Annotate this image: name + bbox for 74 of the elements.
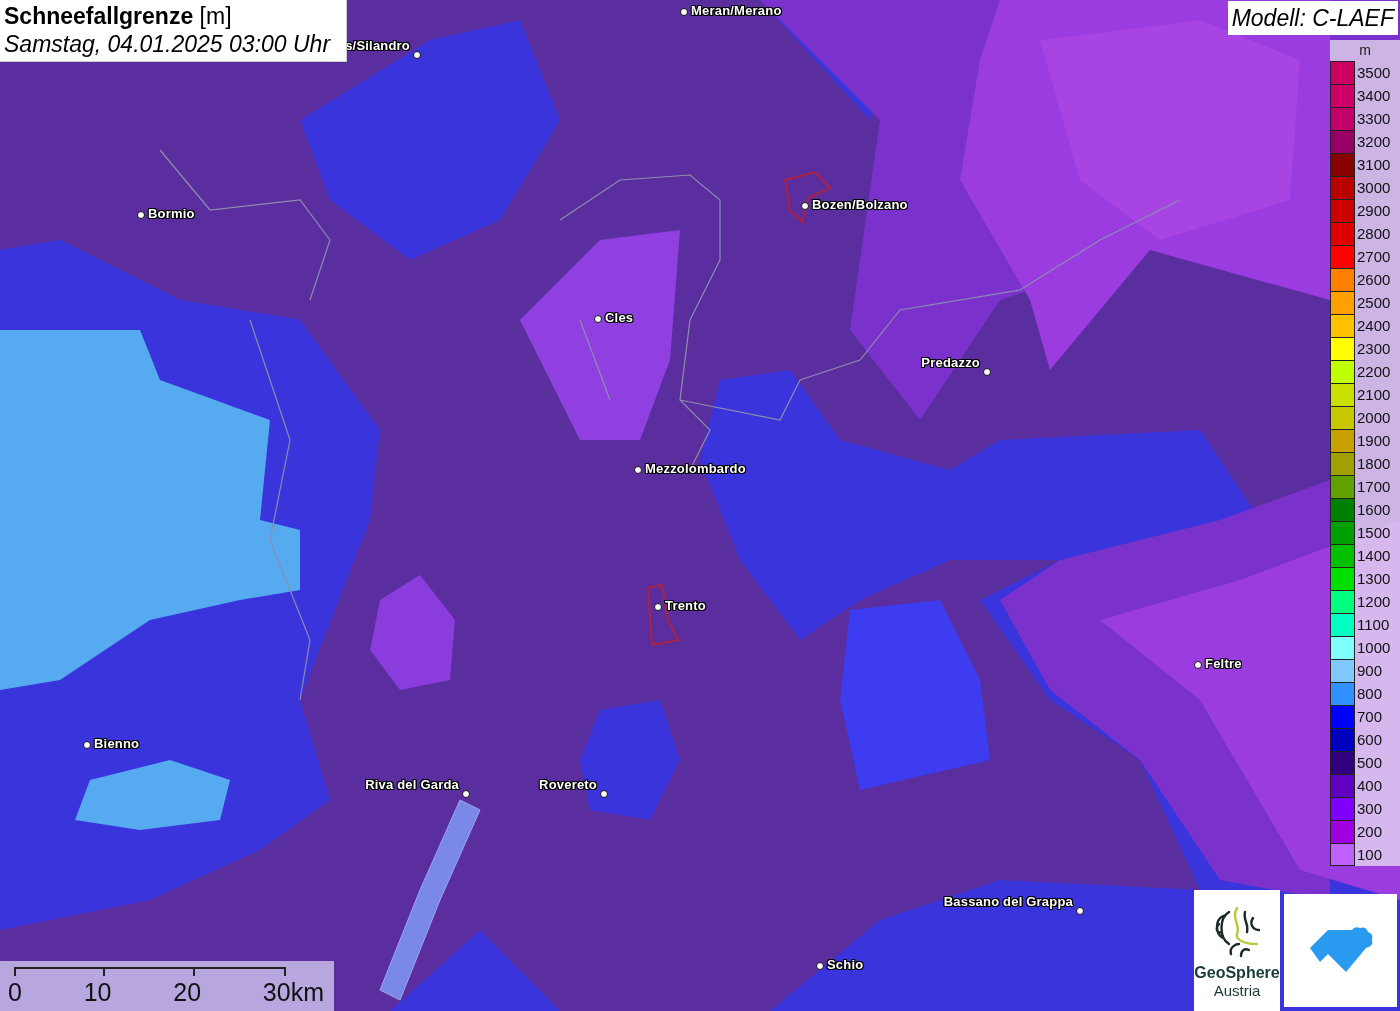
legend-label: 2700 bbox=[1356, 248, 1391, 265]
legend-unit: m bbox=[1358, 41, 1372, 60]
legend-label: 2600 bbox=[1356, 271, 1391, 288]
city-marker-icon bbox=[680, 8, 688, 16]
city-marker-icon bbox=[654, 603, 662, 611]
legend-label: 2800 bbox=[1356, 225, 1391, 242]
legend-label: 2300 bbox=[1356, 340, 1391, 357]
scale-label: 20 bbox=[173, 979, 202, 1005]
legend-label: 2900 bbox=[1356, 202, 1391, 219]
scale-label: 0 bbox=[8, 979, 22, 1005]
legend-label: 700 bbox=[1356, 708, 1383, 725]
legend-label: 3300 bbox=[1356, 110, 1391, 127]
city-marker-icon bbox=[413, 51, 421, 59]
city-marker-icon bbox=[462, 790, 470, 798]
city-label: Feltre bbox=[1205, 656, 1242, 671]
legend-label: 1000 bbox=[1356, 639, 1391, 656]
city-label: Meran/Merano bbox=[691, 3, 782, 18]
city-label: Trento bbox=[665, 598, 706, 613]
legend-label: 1100 bbox=[1356, 616, 1390, 633]
legend-label: 200 bbox=[1356, 823, 1383, 840]
legend-label: 3500 bbox=[1356, 64, 1391, 81]
legend-label: 2500 bbox=[1356, 294, 1391, 311]
legend-label: 900 bbox=[1356, 662, 1383, 679]
city-marker-icon bbox=[83, 741, 91, 749]
legend-label: 600 bbox=[1356, 731, 1383, 748]
legend-label: 500 bbox=[1356, 754, 1383, 771]
legend-label: 2400 bbox=[1356, 317, 1391, 334]
legend-label: 400 bbox=[1356, 777, 1383, 794]
map-title: Schneefallgrenze [m] bbox=[4, 2, 233, 30]
city-label: Predazzo bbox=[921, 355, 980, 370]
map-datetime: Samstag, 04.01.2025 03:00 Uhr bbox=[4, 30, 332, 58]
legend-label: 1900 bbox=[1356, 432, 1391, 449]
legend-label: 100 bbox=[1356, 846, 1383, 863]
legend-label: 1500 bbox=[1356, 524, 1391, 541]
city-marker-icon bbox=[816, 962, 824, 970]
city-marker-icon bbox=[1076, 907, 1084, 915]
legend-label: 2000 bbox=[1356, 409, 1391, 426]
city-label: s/Silandro bbox=[345, 38, 410, 53]
city-label: Rovereto bbox=[539, 777, 597, 792]
legend-label: 1600 bbox=[1356, 501, 1391, 518]
city-label: Bassano del Grappa bbox=[943, 894, 1073, 909]
legend-label: 2200 bbox=[1356, 363, 1391, 380]
legend-label: 1700 bbox=[1356, 478, 1391, 495]
legend-label: 300 bbox=[1356, 800, 1383, 817]
legend-label: 3000 bbox=[1356, 179, 1391, 196]
legend-label: 1800 bbox=[1356, 455, 1391, 472]
logo-text: GeoSphere bbox=[1194, 964, 1280, 982]
city-marker-icon bbox=[1194, 661, 1202, 669]
city-marker-icon bbox=[594, 315, 602, 323]
city-marker-icon bbox=[801, 202, 809, 210]
legend-label: 1400 bbox=[1356, 547, 1391, 564]
city-marker-icon bbox=[137, 211, 145, 219]
legend-label: 800 bbox=[1356, 685, 1383, 702]
scale-bar-icon bbox=[14, 967, 286, 977]
legend-label: 3100 bbox=[1356, 156, 1391, 173]
model-label: Modell: C-LAEF bbox=[1227, 1, 1398, 35]
legend-label: 1300 bbox=[1356, 570, 1391, 587]
legend-label: 1200 bbox=[1356, 593, 1391, 610]
city-marker-icon bbox=[634, 466, 642, 474]
city-label: Riva del Garda bbox=[365, 777, 459, 792]
city-label: Bormio bbox=[148, 206, 195, 221]
city-label: Bozen/Bolzano bbox=[812, 197, 908, 212]
city-marker-icon bbox=[983, 368, 991, 376]
city-marker-icon bbox=[600, 790, 608, 798]
legend-label: 3200 bbox=[1356, 133, 1391, 150]
legend-label: 2100 bbox=[1356, 386, 1391, 403]
legend-label: 3400 bbox=[1356, 87, 1391, 104]
city-label: Mezzolombardo bbox=[645, 461, 746, 476]
logo-text: Austria bbox=[1213, 982, 1261, 999]
scale-label: 10 bbox=[83, 979, 112, 1005]
city-label: Cles bbox=[605, 310, 634, 325]
city-label: Bienno bbox=[94, 736, 140, 751]
scale-label: 30km bbox=[262, 979, 324, 1005]
city-label: Schio bbox=[827, 957, 864, 972]
